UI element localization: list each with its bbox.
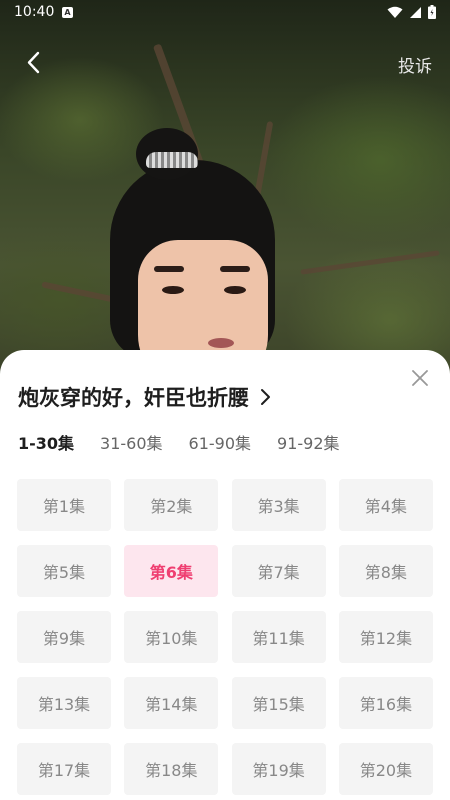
episode-range-tabs: 1-30集 31-60集 61-90集 91-92集 — [18, 430, 340, 454]
episode-button[interactable]: 第8集 — [338, 545, 433, 597]
chevron-left-icon — [27, 51, 40, 74]
chevron-right-icon — [261, 389, 270, 405]
episode-button[interactable]: 第15集 — [231, 677, 326, 729]
actor-mouth — [208, 338, 234, 348]
episode-sheet: 炮灰穿的好，奸臣也折腰 1-30集 31-60集 61-90集 91-92集 第… — [0, 350, 450, 800]
episode-button-current[interactable]: 第6集 — [124, 545, 219, 597]
episode-button[interactable]: 第9集 — [17, 611, 111, 663]
episode-grid: 第1集 第2集 第3集 第4集 第5集 第6集 第7集 第8集 第9集 第10集… — [17, 479, 433, 795]
actor-brow — [154, 266, 184, 272]
episode-button[interactable]: 第18集 — [124, 743, 219, 795]
status-time: 10:40 — [14, 4, 55, 20]
episode-button[interactable]: 第13集 — [17, 677, 111, 729]
report-button[interactable]: 投诉 — [398, 52, 432, 77]
episode-button[interactable]: 第19集 — [231, 743, 326, 795]
actor-brow — [220, 266, 250, 272]
video-player[interactable] — [0, 0, 450, 380]
close-button[interactable] — [410, 368, 430, 388]
episode-button[interactable]: 第4集 — [338, 479, 433, 531]
episode-button[interactable]: 第5集 — [17, 545, 111, 597]
back-button[interactable] — [20, 48, 50, 78]
tab-31-60[interactable]: 31-60集 — [100, 430, 163, 454]
signal-icon — [410, 6, 421, 18]
close-icon — [412, 370, 428, 386]
tab-1-30[interactable]: 1-30集 — [18, 430, 74, 454]
episode-button[interactable]: 第7集 — [231, 545, 326, 597]
series-title: 炮灰穿的好，奸臣也折腰 — [18, 386, 249, 410]
episode-button[interactable]: 第17集 — [17, 743, 111, 795]
series-title-link[interactable]: 炮灰穿的好，奸臣也折腰 — [18, 382, 271, 412]
episode-button[interactable]: 第11集 — [231, 611, 326, 663]
episode-button[interactable]: 第12集 — [338, 611, 433, 663]
background-branch — [300, 250, 440, 275]
tab-91-92[interactable]: 91-92集 — [277, 430, 340, 454]
episode-button[interactable]: 第20集 — [338, 743, 433, 795]
episode-button[interactable]: 第3集 — [231, 479, 326, 531]
actor-eye — [224, 286, 246, 294]
episode-button[interactable]: 第14集 — [124, 677, 219, 729]
hair-crown-ornament — [146, 152, 198, 168]
battery-icon — [428, 5, 436, 19]
episode-button[interactable]: 第10集 — [124, 611, 219, 663]
episode-button[interactable]: 第16集 — [338, 677, 433, 729]
status-icons — [387, 5, 436, 19]
tab-61-90[interactable]: 61-90集 — [189, 430, 252, 454]
status-bar: 10:40 A — [0, 0, 450, 26]
notification-icon: A — [62, 7, 73, 18]
episode-button[interactable]: 第1集 — [17, 479, 111, 531]
wifi-icon — [387, 6, 403, 18]
actor-eye — [162, 286, 184, 294]
episode-button[interactable]: 第2集 — [124, 479, 219, 531]
